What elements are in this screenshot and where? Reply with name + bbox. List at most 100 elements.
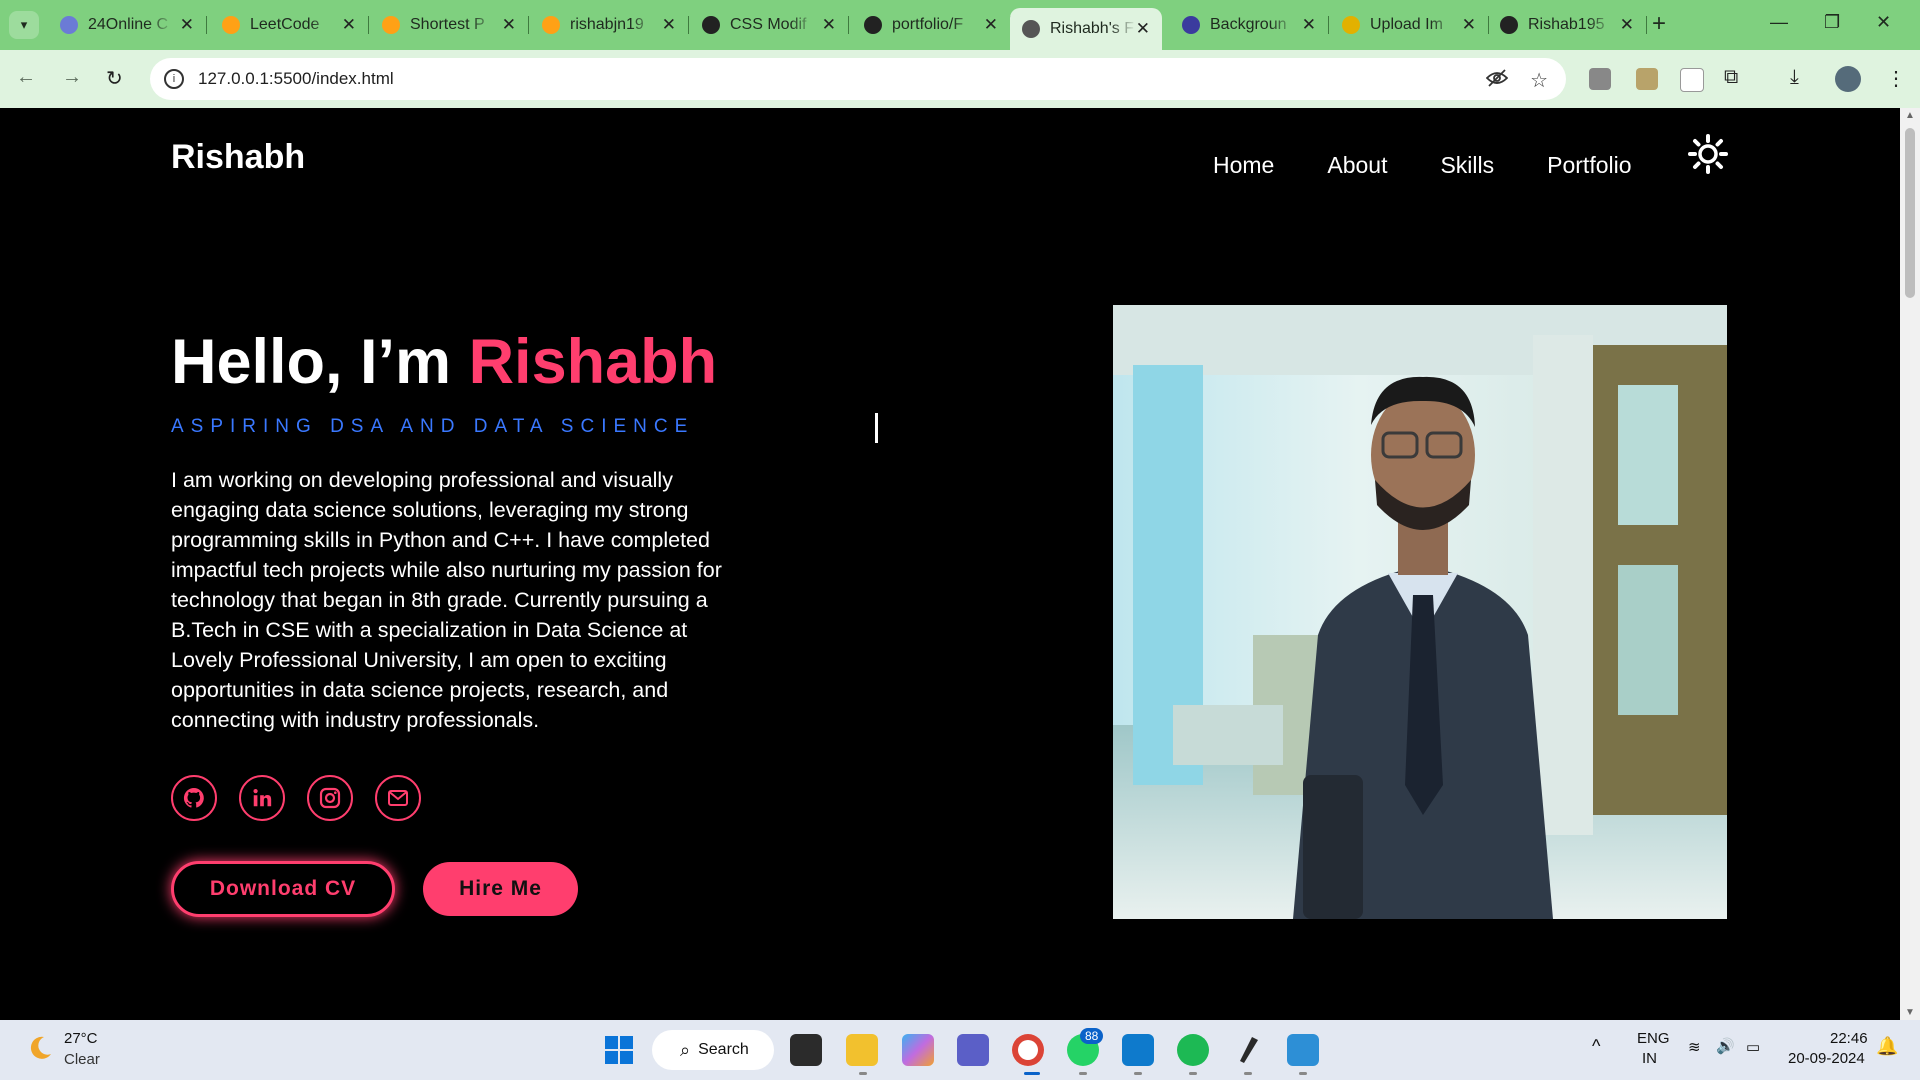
whatsapp-badge: 88 — [1080, 1028, 1104, 1044]
close-icon[interactable]: ✕ — [1462, 15, 1476, 35]
browser-tab[interactable]: Backgroun ✕ — [1170, 8, 1329, 42]
task-view-icon[interactable] — [790, 1034, 822, 1066]
taskbar-search[interactable]: ⌕ Search — [652, 1030, 774, 1070]
nav-skills[interactable]: Skills — [1440, 152, 1494, 179]
forward-button[interactable]: → — [62, 66, 82, 89]
eye-off-icon[interactable] — [1485, 68, 1509, 94]
browser-tab[interactable]: Shortest P ✕ — [370, 8, 529, 42]
close-icon[interactable]: ✕ — [1302, 15, 1316, 35]
sun-icon[interactable] — [1688, 134, 1728, 174]
hero-bio: I am working on developing professional … — [171, 468, 722, 732]
extension-icon[interactable] — [1636, 68, 1658, 90]
app-indicator — [1244, 1072, 1252, 1075]
hero-name: Rishabh — [468, 327, 718, 397]
browser-tab[interactable]: Upload Im ✕ — [1330, 8, 1489, 42]
menu-kebab-icon[interactable]: ⋮ — [1886, 66, 1906, 91]
windows-start-icon[interactable] — [603, 1034, 635, 1066]
close-icon[interactable]: ✕ — [1620, 15, 1634, 35]
close-window-button[interactable]: ✕ — [1876, 12, 1891, 33]
tab-search-button[interactable]: ▾ — [9, 11, 39, 39]
language-line1[interactable]: ENG — [1637, 1030, 1670, 1047]
browser-tab[interactable]: Rishab195 ✕ — [1488, 8, 1647, 42]
chrome-active-indicator — [1024, 1072, 1040, 1075]
browser-tab[interactable]: Rishabh's F ✕ — [1010, 8, 1162, 50]
profile-photo — [1113, 305, 1727, 919]
teams-icon[interactable] — [957, 1034, 989, 1066]
tab-label: Rishab195 — [1528, 16, 1605, 33]
close-icon[interactable]: ✕ — [984, 15, 998, 35]
page-viewport: Rishabh Home About Skills Portfolio Hell… — [0, 108, 1900, 1020]
close-icon[interactable]: ✕ — [502, 15, 516, 35]
tab-label: Rishabh's F — [1050, 20, 1134, 37]
browser-tab[interactable]: LeetCode ✕ — [210, 8, 369, 42]
new-tab-button[interactable]: + — [1652, 10, 1666, 38]
nav-portfolio[interactable]: Portfolio — [1547, 152, 1631, 179]
mail-icon[interactable] — [375, 775, 421, 821]
profile-avatar[interactable] — [1835, 66, 1861, 92]
tab-strip: ▾ 24Online C ✕ LeetCode ✕ Shortest P ✕ rishabj… — [0, 0, 1920, 50]
language-line2[interactable]: IN — [1642, 1050, 1657, 1067]
notification-bell-icon[interactable]: 🔔 — [1876, 1036, 1898, 1057]
scrollbar-thumb[interactable] — [1905, 128, 1915, 298]
page-scrollbar[interactable]: ▲ ▼ — [1900, 108, 1920, 1020]
photos-icon[interactable] — [1287, 1034, 1319, 1066]
volume-icon[interactable]: 🔊 — [1716, 1037, 1735, 1055]
download-icon[interactable]: ⤓ — [1790, 66, 1799, 89]
linkedin-icon[interactable] — [239, 775, 285, 821]
scroll-up-arrow[interactable]: ▲ — [1905, 110, 1915, 121]
browser-tab[interactable]: 24Online C ✕ — [48, 8, 207, 42]
app-indicator — [1299, 1072, 1307, 1075]
minimize-button[interactable]: — — [1770, 12, 1788, 33]
close-icon[interactable]: ✕ — [342, 15, 356, 35]
github-icon[interactable] — [171, 775, 217, 821]
browser-tab[interactable]: portfolio/F ✕ — [852, 8, 1011, 42]
bookmark-star-icon[interactable]: ☆ — [1530, 68, 1548, 94]
back-button[interactable]: ← — [16, 66, 36, 89]
puzzle-extensions-icon[interactable]: ⧉ — [1724, 66, 1738, 89]
close-icon[interactable]: ✕ — [1136, 19, 1150, 39]
instagram-icon[interactable] — [307, 775, 353, 821]
tab-label: Upload Im — [1370, 16, 1443, 33]
copilot-icon[interactable] — [902, 1034, 934, 1066]
file-explorer-icon[interactable] — [846, 1034, 878, 1066]
extension-icon[interactable] — [1680, 68, 1704, 92]
chevron-up-icon[interactable]: ^ — [1592, 1036, 1600, 1057]
spotify-icon[interactable] — [1177, 1034, 1209, 1066]
github-icon — [864, 16, 882, 34]
battery-icon[interactable]: ▭ — [1746, 1038, 1760, 1056]
nav-home[interactable]: Home — [1213, 152, 1274, 179]
url-text[interactable]: 127.0.0.1:5500/index.html — [198, 69, 394, 89]
site-logo[interactable]: Rishabh — [171, 138, 305, 177]
clock-time[interactable]: 22:46 — [1830, 1030, 1868, 1047]
moon-icon[interactable] — [26, 1034, 54, 1062]
hire-me-button[interactable]: Hire Me — [423, 862, 578, 916]
upload-icon — [1342, 16, 1360, 34]
nav-about[interactable]: About — [1327, 152, 1387, 179]
clock-date[interactable]: 20-09-2024 — [1788, 1050, 1865, 1067]
restore-button[interactable]: ❐ — [1824, 12, 1840, 33]
extension-icon[interactable] — [1589, 68, 1611, 90]
browser-tab[interactable]: rishabjn19 ✕ — [530, 8, 689, 42]
close-icon[interactable]: ✕ — [662, 15, 676, 35]
address-bar[interactable]: i 127.0.0.1:5500/index.html ☆ — [150, 58, 1566, 100]
taskbar-search-label: Search — [698, 1041, 749, 1058]
reload-button[interactable]: ↻ — [106, 66, 123, 91]
app-indicator — [859, 1072, 867, 1075]
leetcode-icon — [382, 16, 400, 34]
wifi-icon[interactable]: ≋ — [1688, 1038, 1701, 1056]
weather-condition[interactable]: Clear — [64, 1051, 100, 1068]
site-nav: Home About Skills Portfolio — [1213, 152, 1632, 179]
close-icon[interactable]: ✕ — [822, 15, 836, 35]
vscode-icon[interactable] — [1122, 1034, 1154, 1066]
site-info-icon[interactable]: i — [164, 69, 184, 89]
pen-app-icon[interactable] — [1232, 1034, 1264, 1066]
browser-tab[interactable]: CSS Modif ✕ — [690, 8, 849, 42]
close-icon[interactable]: ✕ — [180, 15, 194, 35]
tab-label: Shortest P — [410, 16, 485, 33]
search-icon: ⌕ — [680, 1039, 691, 1060]
download-cv-button[interactable]: Download CV — [171, 861, 395, 917]
weather-temp[interactable]: 27°C — [64, 1030, 98, 1047]
app-indicator — [1189, 1072, 1197, 1075]
chrome-icon[interactable] — [1012, 1034, 1044, 1066]
scroll-down-arrow[interactable]: ▼ — [1905, 1007, 1915, 1018]
